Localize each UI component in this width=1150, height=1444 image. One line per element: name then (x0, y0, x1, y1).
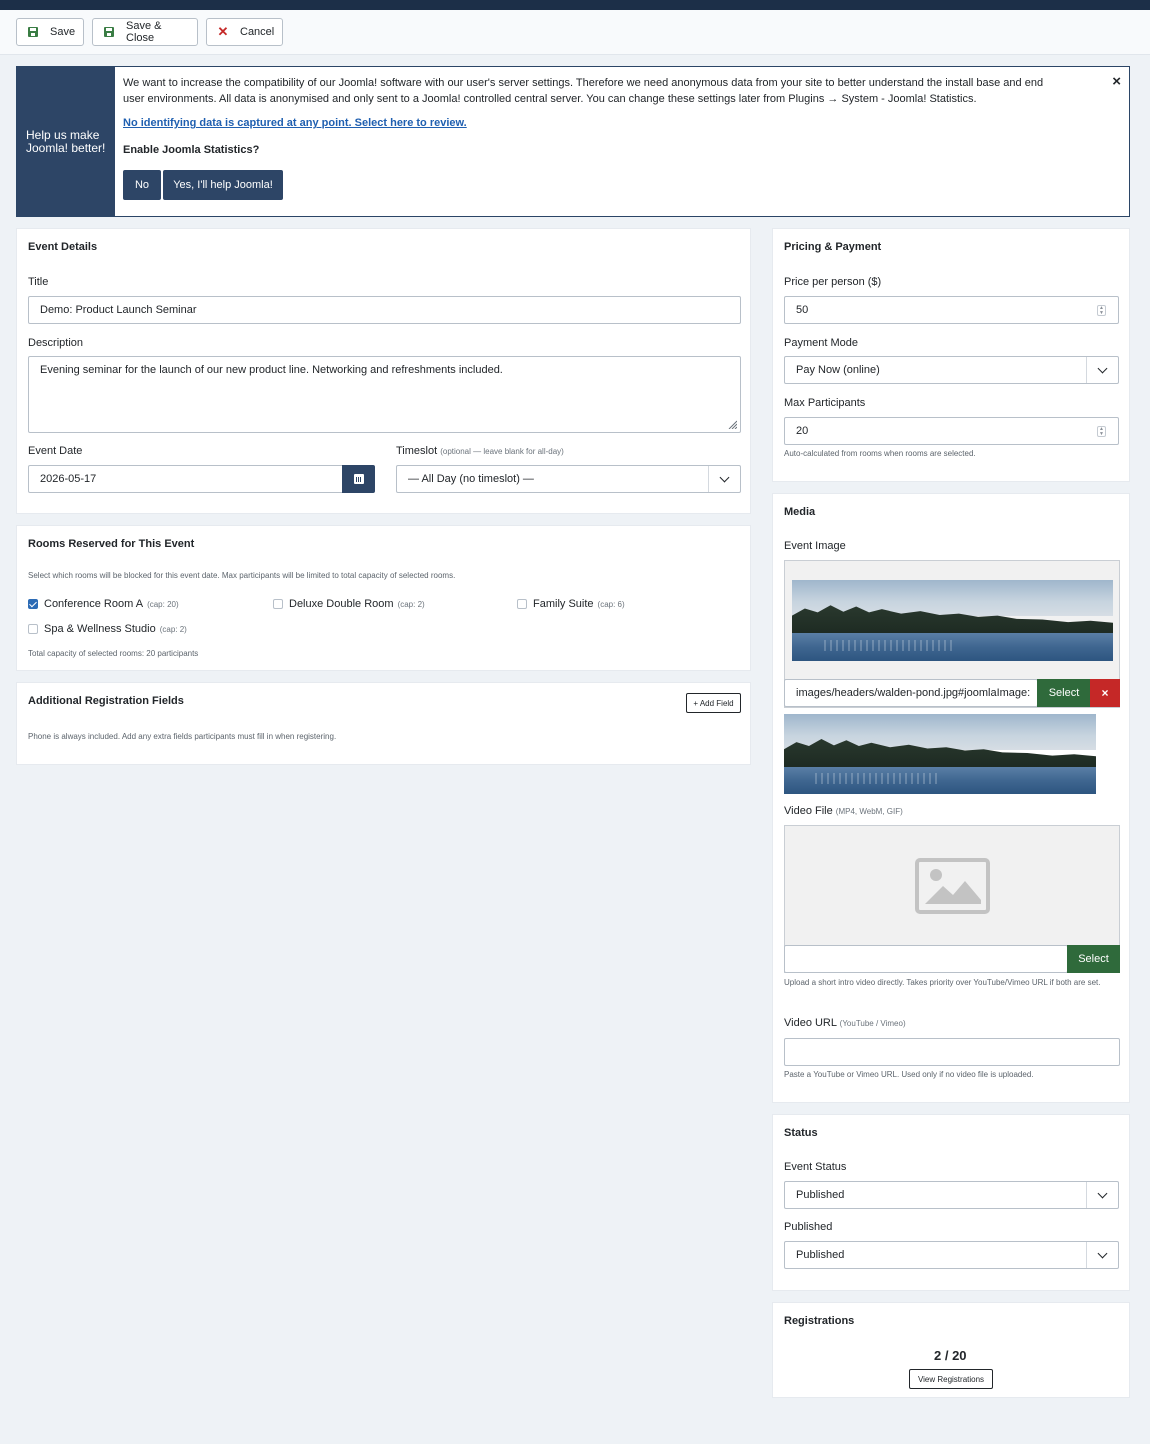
chevron-down-icon (708, 466, 740, 492)
description-text: Evening seminar for the launch of our ne… (40, 364, 503, 376)
payment-mode-label: Payment Mode (784, 337, 858, 349)
stepper-icon[interactable]: ▲ ▼ (1097, 426, 1106, 437)
timeslot-select[interactable]: — All Day (no timeslot) — (396, 465, 741, 493)
event-image-thumbnail (784, 714, 1096, 794)
calendar-icon (353, 474, 364, 484)
event-image-label: Event Image (784, 540, 846, 552)
max-participants-input[interactable]: 20 ▲ ▼ (784, 417, 1119, 445)
calendar-button[interactable] (342, 465, 375, 493)
video-url-label: Video URL (YouTube / Vimeo) (784, 1017, 906, 1029)
description-label: Description (28, 337, 84, 349)
chevron-down-icon (1086, 357, 1118, 383)
card-title: Media (784, 506, 816, 518)
save-button[interactable]: Save (16, 18, 84, 46)
image-select-button[interactable]: Select (1037, 679, 1091, 707)
rooms-help: Select which rooms will be blocked for t… (28, 571, 456, 580)
statistics-review-link[interactable]: No identifying data is captured at any p… (123, 117, 467, 129)
image-placeholder-icon (915, 858, 990, 914)
event-date-input[interactable]: 2026-05-17 (28, 465, 343, 493)
room-checkbox-deluxe-double-room[interactable]: Deluxe Double Room (cap: 2) (273, 598, 425, 610)
statistics-question: Enable Joomla Statistics? (123, 144, 260, 156)
video-select-button[interactable]: Select (1067, 945, 1120, 973)
statistics-text: We want to increase the compatibility of… (123, 77, 1044, 105)
room-checkbox-family-suite[interactable]: Family Suite (cap: 6) (517, 598, 625, 610)
additional-fields-help: Phone is always included. Add any extra … (28, 732, 337, 741)
card-title: Status (784, 1127, 818, 1139)
additional-fields-card: Additional Registration Fields + Add Fie… (16, 682, 751, 765)
event-date-label: Event Date (28, 445, 83, 457)
top-bar (0, 0, 1150, 10)
published-label: Published (784, 1221, 833, 1233)
close-icon: × (1101, 686, 1109, 700)
card-title: Event Details (28, 241, 98, 253)
checkbox[interactable] (517, 599, 527, 609)
video-url-help: Paste a YouTube or Vimeo URL. Used only … (784, 1070, 1034, 1079)
description-textarea[interactable]: Evening seminar for the launch of our ne… (28, 356, 741, 433)
video-file-input[interactable] (784, 945, 1068, 973)
event-image-preview (792, 580, 1113, 661)
price-label: Price per person ($) (784, 276, 882, 288)
video-file-help: Upload a short intro video directly. Tak… (784, 978, 1101, 987)
room-checkbox-spa-wellness-studio[interactable]: Spa & Wellness Studio (cap: 2) (28, 623, 187, 635)
checkbox[interactable] (28, 624, 38, 634)
statistics-no-button[interactable]: No (123, 170, 161, 200)
video-file-label: Video File (MP4, WebM, GIF) (784, 805, 903, 817)
room-checkbox-conference-room-a[interactable]: Conference Room A (cap: 20) (28, 598, 179, 610)
statistics-message: Help us make Joomla! better! We want to … (16, 66, 1130, 217)
statistics-yes-button[interactable]: Yes, I'll help Joomla! (163, 170, 283, 200)
resize-handle-icon[interactable] (727, 419, 737, 429)
event-details-card: Event Details Title Demo: Product Launch… (16, 228, 751, 514)
title-input[interactable]: Demo: Product Launch Seminar (28, 296, 741, 324)
checkbox[interactable] (28, 599, 38, 609)
chevron-down-icon (1086, 1242, 1118, 1268)
rooms-total-capacity: Total capacity of selected rooms: 20 par… (28, 649, 199, 658)
timeslot-label: Timeslot (optional — leave blank for all… (396, 445, 564, 457)
close-icon: ✕ (217, 24, 229, 39)
event-status-label: Event Status (784, 1161, 847, 1173)
status-card: Status Event Status Published Published … (772, 1114, 1130, 1291)
save-icon (28, 27, 38, 37)
save-icon (104, 27, 114, 37)
cancel-button[interactable]: ✕ Cancel (206, 18, 283, 46)
registrations-card: Registrations 2 / 20 View Registrations (772, 1302, 1130, 1398)
view-registrations-button[interactable]: View Registrations (909, 1369, 993, 1389)
published-select[interactable]: Published (784, 1241, 1119, 1269)
close-icon[interactable]: × (1112, 73, 1121, 90)
max-participants-help: Auto-calculated from rooms when rooms ar… (784, 449, 976, 458)
image-clear-button[interactable]: × (1090, 679, 1120, 707)
price-input[interactable]: 50 ▲ ▼ (784, 296, 1119, 324)
toolbar: Save Save & Close ✕ Cancel (0, 10, 1150, 55)
card-title: Pricing & Payment (784, 241, 882, 253)
title-label: Title (28, 276, 49, 288)
card-title: Registrations (784, 1315, 855, 1327)
statistics-side-title: Help us make Joomla! better! (17, 67, 115, 216)
max-participants-label: Max Participants (784, 397, 866, 409)
payment-mode-select[interactable]: Pay Now (online) (784, 356, 1119, 384)
registrations-count: 2 / 20 (934, 1348, 967, 1363)
pricing-card: Pricing & Payment Price per person ($) 5… (772, 228, 1130, 482)
video-url-input[interactable] (784, 1038, 1120, 1066)
stepper-icon[interactable]: ▲ ▼ (1097, 305, 1106, 316)
add-field-button[interactable]: + Add Field (686, 693, 741, 713)
rooms-card: Rooms Reserved for This Event Select whi… (16, 525, 751, 671)
card-title: Rooms Reserved for This Event (28, 538, 195, 550)
save-close-button[interactable]: Save & Close (92, 18, 198, 46)
event-image-path-input[interactable]: images/headers/walden-pond.jpg#joomlaIma… (784, 679, 1038, 707)
chevron-down-icon (1086, 1182, 1118, 1208)
checkbox[interactable] (273, 599, 283, 609)
media-card: Media Event Image images/headers/walden-… (772, 493, 1130, 1103)
card-title: Additional Registration Fields (28, 695, 184, 707)
event-status-select[interactable]: Published (784, 1181, 1119, 1209)
